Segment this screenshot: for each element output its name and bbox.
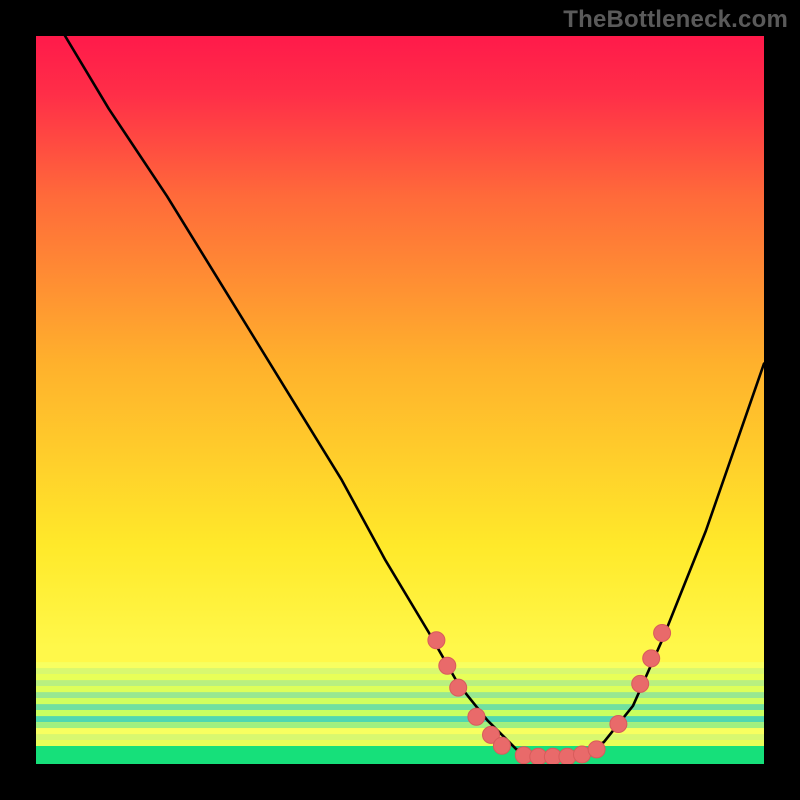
data-marker bbox=[632, 675, 649, 692]
data-marker bbox=[439, 657, 456, 674]
data-marker bbox=[493, 737, 510, 754]
outer-frame: TheBottleneck.com bbox=[0, 0, 800, 800]
data-marker bbox=[643, 650, 660, 667]
data-marker bbox=[428, 632, 445, 649]
chart-plot-area bbox=[36, 36, 764, 764]
data-marker bbox=[450, 679, 467, 696]
data-marker bbox=[610, 716, 627, 733]
bottom-strips bbox=[36, 662, 764, 764]
data-marker bbox=[654, 625, 671, 642]
data-marker bbox=[468, 708, 485, 725]
data-marker bbox=[588, 741, 605, 758]
watermark-text: TheBottleneck.com bbox=[563, 6, 788, 34]
chart-svg bbox=[36, 36, 764, 764]
